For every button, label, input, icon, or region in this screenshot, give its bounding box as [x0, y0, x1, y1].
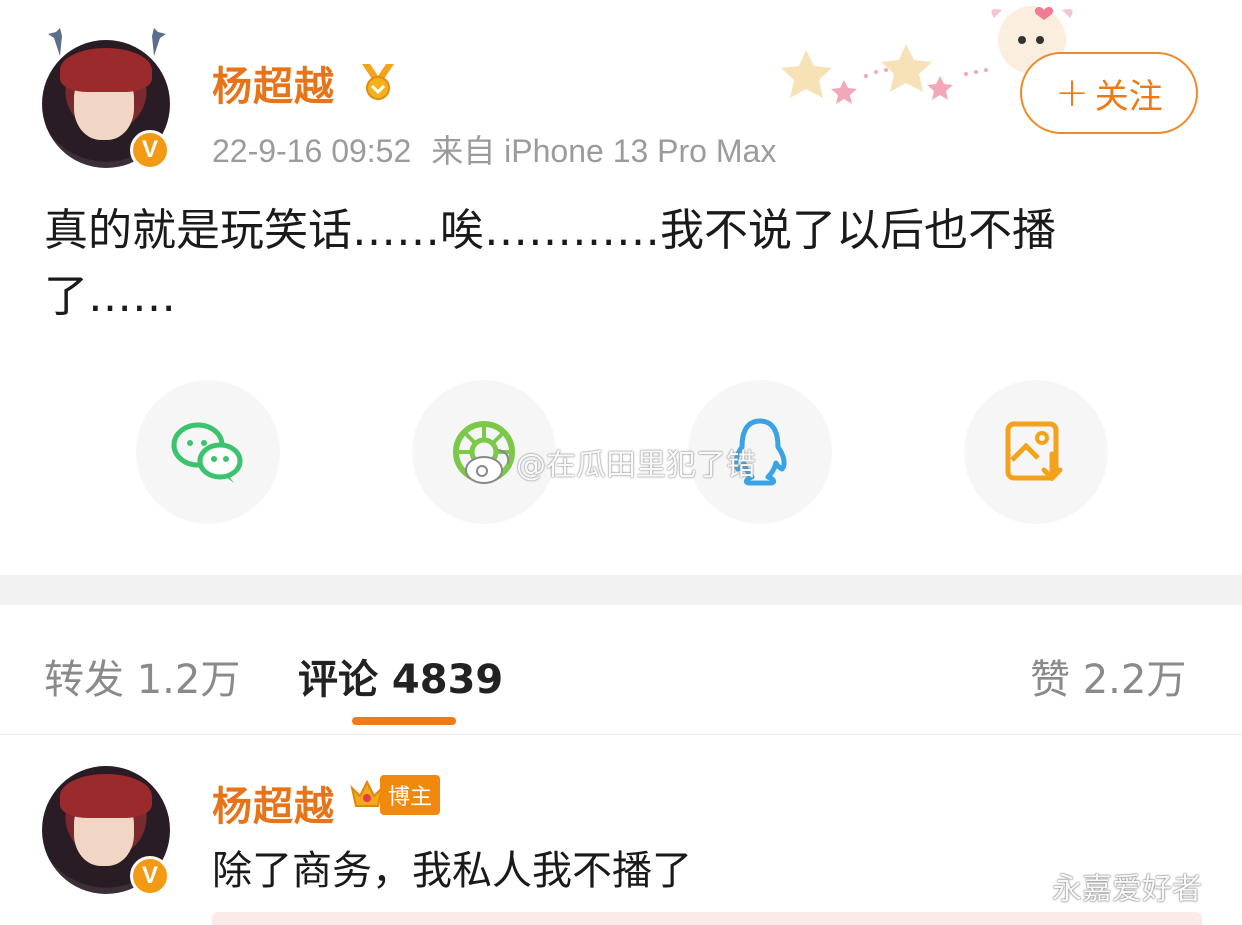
comment-verified-badge: V: [130, 856, 170, 896]
corner-watermark: 永嘉爱好者: [1052, 872, 1202, 907]
interaction-tabs: 转发 1.2万 评论 4839 赞 2.2万: [0, 605, 1242, 735]
tab-repost[interactable]: 转发 1.2万: [44, 647, 240, 705]
save-image-button[interactable]: [964, 380, 1108, 524]
comment-avatar[interactable]: V: [42, 766, 170, 896]
save-image-icon: [1005, 421, 1063, 482]
post-card: V 杨超越 22-9-16 09:52 来自 iPhone 13 Pro Max …: [0, 0, 1242, 575]
author-name[interactable]: 杨超越: [212, 54, 335, 112]
watermark-text: @在瓜田里犯了错: [516, 448, 756, 483]
comment-text: 除了商务，我私人我不播了: [212, 848, 692, 894]
tab-likes[interactable]: 赞 2.2万: [1030, 647, 1186, 705]
post-source: 来自 iPhone 13 Pro Max: [431, 133, 777, 169]
follow-button[interactable]: + 关注: [1020, 52, 1198, 134]
section-divider: [0, 575, 1242, 605]
author-avatar[interactable]: V: [42, 28, 170, 170]
verified-badge: V: [130, 130, 170, 170]
share-wechat-button[interactable]: [136, 380, 280, 524]
follow-label: 关注: [1094, 76, 1163, 117]
plus-icon: +: [1055, 70, 1089, 116]
comment-author-name[interactable]: 杨超越: [212, 774, 335, 832]
weibo-watermark-icon: [465, 449, 510, 484]
active-tab-indicator: [352, 717, 456, 725]
comment-reply-preview: [212, 912, 1202, 925]
wechat-icon: [171, 422, 243, 483]
host-badge-label: 博主: [380, 775, 441, 815]
antler-right-icon: [152, 28, 166, 56]
medal-icon: [362, 64, 394, 100]
post-timestamp: 22-9-16 09:52: [212, 133, 412, 169]
post-meta: 22-9-16 09:52 来自 iPhone 13 Pro Max: [212, 126, 776, 172]
post-content: 真的就是玩笑话……唉…………我不说了以后也不播了……: [44, 205, 1056, 322]
host-badge: 博主: [348, 775, 441, 815]
tab-comments[interactable]: 评论 4839: [298, 647, 503, 705]
